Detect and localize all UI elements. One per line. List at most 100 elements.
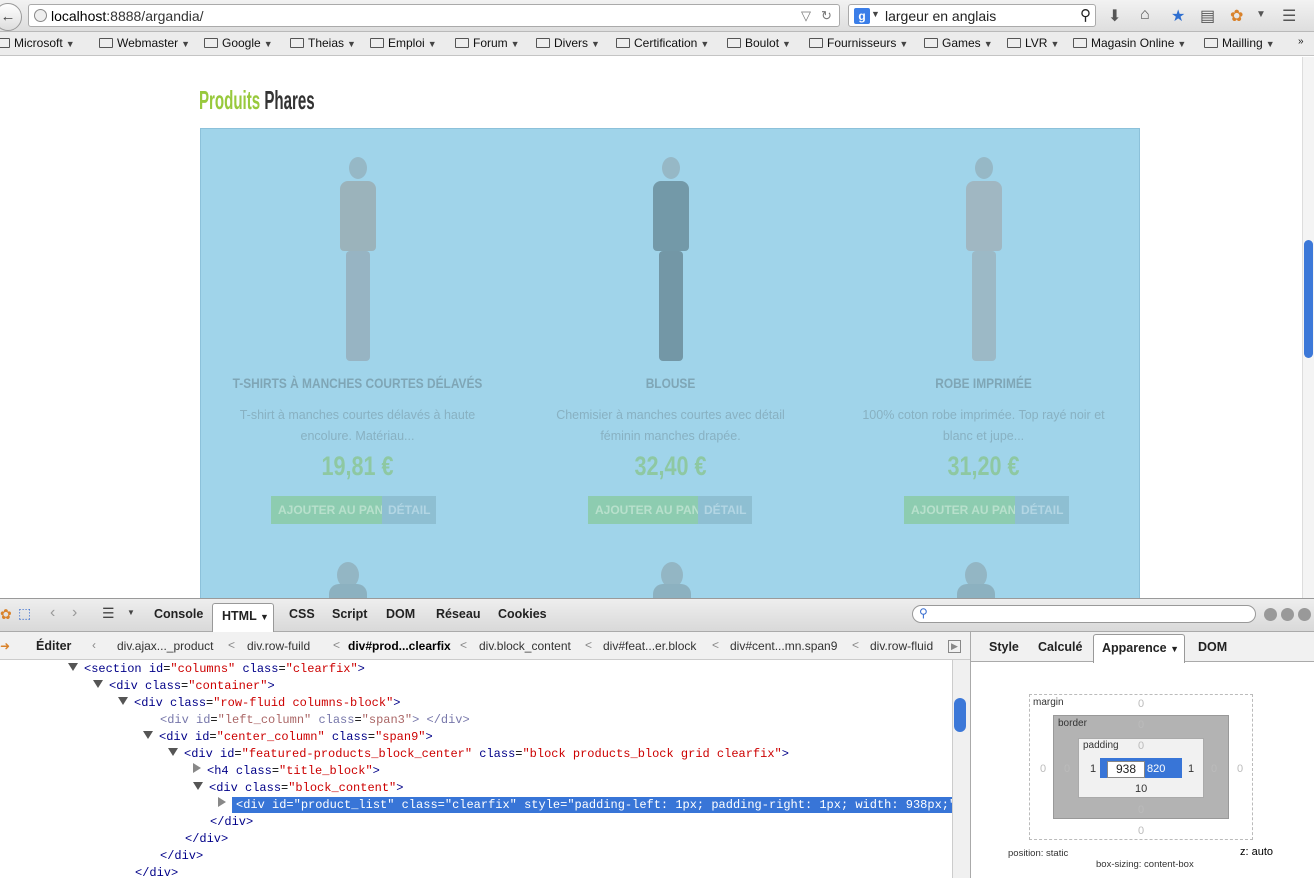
collapse-arrow-icon[interactable] [218,797,226,807]
minimize-icon[interactable] [1264,608,1277,621]
expand-arrow-icon[interactable] [68,663,78,671]
detail-button[interactable]: Détail [698,496,753,524]
detail-button[interactable]: Détail [382,496,437,524]
tree-node[interactable]: </div> [210,814,253,831]
tab-html[interactable]: HTML ▼ [212,603,274,633]
expand-arrow-icon[interactable] [143,731,153,739]
tree-node[interactable]: <h4 class="title_block"> [193,763,380,780]
margin-right-value[interactable]: 0 [1237,763,1243,775]
border-bottom-value[interactable]: 0 [1138,804,1144,816]
home-icon[interactable]: ⌂ [1140,6,1150,24]
margin-bottom-value[interactable]: 0 [1138,825,1144,837]
dropdown-arrow-icon[interactable]: ▽ [801,8,811,24]
tab-dom[interactable]: DOM [1198,640,1227,654]
expand-arrow-icon[interactable] [193,782,203,790]
product-image[interactable] [631,149,711,364]
breadcrumb-item[interactable]: div.row-fuild [247,639,310,653]
bookmark-folder[interactable]: Certification ▼ [616,36,709,50]
menu-icon[interactable]: ☰ [1282,6,1296,26]
product-image[interactable] [318,149,398,364]
product-image[interactable] [951,554,1001,598]
tab-cookies[interactable]: Cookies [498,607,547,621]
box-width-input[interactable]: 938 [1107,761,1145,778]
tab-script[interactable]: Script [332,607,367,621]
bookmark-folder[interactable]: Magasin Online ▼ [1073,36,1186,50]
search-input[interactable]: largeur en anglais [885,8,996,24]
collapse-arrow-icon[interactable] [193,763,201,773]
detail-button[interactable]: Détail [1015,496,1070,524]
search-bar[interactable]: g ▼ largeur en anglais ⚲ [848,4,1096,27]
padding-bottom-value[interactable]: 10 [1135,783,1147,795]
page-scrollbar-thumb[interactable] [1304,240,1313,358]
firebug-search-input[interactable]: ⚲ [912,605,1256,623]
download-icon[interactable]: ⬇ [1108,6,1121,26]
bookmark-folder[interactable]: LVR ▼ [1007,36,1059,50]
clipboard-icon[interactable]: ▤ [1200,6,1215,26]
firebug-icon[interactable]: ✿ [1230,6,1243,26]
prev-arrow-icon[interactable]: ‹ [50,604,55,622]
margin-top-value[interactable]: 0 [1138,698,1144,710]
tab-reseau[interactable]: Réseau [436,607,480,621]
breadcrumb-item[interactable]: div.block_content [479,639,571,653]
bookmark-folder[interactable]: Theias ▼ [290,36,356,50]
tab-css[interactable]: CSS [289,607,315,621]
tree-node[interactable]: </div> [135,865,178,878]
product-image[interactable] [323,554,373,598]
breadcrumb-item[interactable]: div#cent...mn.span9 [730,639,837,653]
tree-scrollbar-thumb[interactable] [954,698,966,732]
product-name[interactable]: Robe imprimée [850,375,1116,391]
close-icon[interactable] [1298,608,1311,621]
breadcrumb-item[interactable]: div.ajax..._product [117,639,214,653]
back-button[interactable]: ← [0,3,22,31]
tree-node[interactable]: <div class="row-fluid columns-block"> [118,695,400,712]
next-arrow-icon[interactable]: › [72,604,77,622]
tree-node[interactable]: </div> [160,848,203,865]
expand-arrow-icon[interactable] [118,697,128,705]
bookmark-folder[interactable]: Forum ▼ [455,36,520,50]
scroll-right-icon[interactable]: ▶ [948,640,961,653]
tree-node[interactable]: <div id="featured-products_block_center"… [168,746,789,763]
engine-dropdown-icon[interactable]: ▼ [871,9,880,19]
bookmark-folder[interactable]: Mailling ▼ [1204,36,1275,50]
product-name[interactable]: T-shirts à manches courtes délavés [224,375,490,391]
expand-arrow-icon[interactable] [93,680,103,688]
box-height-value[interactable]: 820 [1147,763,1165,775]
padding-left-value[interactable]: 1 [1090,763,1096,775]
breadcrumb-item-selected[interactable]: div#prod...clearfix [348,639,451,653]
bookmark-folder[interactable]: Webmaster ▼ [99,36,190,50]
breadcrumb-item[interactable]: div.row-fluid [870,639,933,653]
tab-console[interactable]: Console [154,607,203,621]
product-image[interactable] [944,149,1024,364]
edit-button[interactable]: Éditer [36,639,71,653]
reload-icon[interactable]: ↻ [821,8,832,24]
tree-scrollbar[interactable] [952,660,970,878]
tree-node-selected[interactable]: <div id="product_list" class="clearfix" … [218,797,952,814]
tree-node[interactable]: </div> [185,831,228,848]
border-left-value[interactable]: 0 [1064,763,1070,775]
breadcrumb-item[interactable]: div#feat...er.block [603,639,696,653]
bookmark-star-icon[interactable]: ★ [1171,6,1185,26]
bookmark-folder[interactable]: Emploi ▼ [370,36,437,50]
bookmark-folder[interactable]: Fournisseurs ▼ [809,36,908,50]
product-image[interactable] [647,554,697,598]
bookmark-folder[interactable]: Games ▼ [924,36,993,50]
tab-dom[interactable]: DOM [386,607,415,621]
tab-apparence[interactable]: Apparence ▼ [1093,634,1185,663]
tab-calcule[interactable]: Calculé [1038,640,1082,654]
bookmark-folder[interactable]: Google ▼ [204,36,273,50]
detach-icon[interactable] [1281,608,1294,621]
border-right-value[interactable]: 0 [1211,763,1217,775]
border-top-value[interactable]: 0 [1138,719,1144,731]
tree-node[interactable]: <section id="columns" class="clearfix"> [68,661,365,678]
firebug-icon[interactable]: ✿ [0,606,12,623]
bookmarks-overflow-icon[interactable]: » [1298,36,1304,47]
margin-left-value[interactable]: 0 [1040,763,1046,775]
tree-node[interactable]: <div id="left_column" class="span3"> </d… [160,712,470,729]
tab-style[interactable]: Style [989,640,1019,654]
product-name[interactable]: Blouse [537,375,803,391]
search-icon[interactable]: ⚲ [1080,6,1091,24]
padding-right-value[interactable]: 1 [1188,763,1194,775]
firebug-menu-icon[interactable]: ▼ [1256,9,1266,20]
padding-top-value[interactable]: 0 [1138,740,1144,752]
inspect-icon[interactable]: ⬚ [18,605,31,622]
